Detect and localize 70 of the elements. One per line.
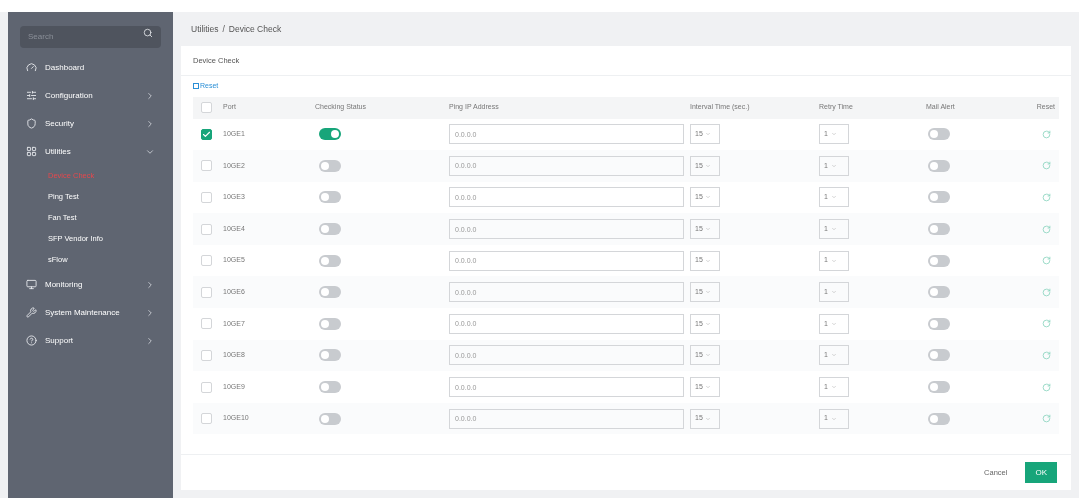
- reset-icon[interactable]: [1042, 414, 1051, 424]
- toggle-switch[interactable]: [319, 159, 341, 172]
- reset-icon[interactable]: [1042, 319, 1051, 329]
- reset-icon[interactable]: [1042, 382, 1051, 392]
- toggle-switch[interactable]: [319, 128, 341, 141]
- toggle-switch[interactable]: [928, 128, 950, 141]
- reset-icon[interactable]: [1042, 256, 1051, 266]
- toggle-switch[interactable]: [319, 412, 341, 425]
- reset-icon[interactable]: [1042, 350, 1051, 360]
- sidebar-item[interactable]: Configuration: [8, 81, 173, 110]
- ok-button[interactable]: OK: [1025, 462, 1057, 483]
- chevron-down-icon: [830, 162, 837, 169]
- chevron-down-icon: [830, 131, 837, 138]
- shield-icon: [26, 118, 37, 129]
- chevron-down-icon: [830, 415, 837, 422]
- sliders-icon: [26, 90, 37, 101]
- sidebar-item[interactable]: Support: [8, 326, 173, 355]
- breadcrumb-item: /: [222, 22, 225, 36]
- chevron-down-icon: [830, 289, 837, 296]
- gauge-icon: [26, 62, 37, 73]
- grid-icon: [26, 146, 37, 157]
- toggle-switch[interactable]: [319, 286, 341, 299]
- chevron-down-icon: [704, 384, 711, 391]
- chevron-down-icon: [704, 352, 711, 359]
- chevron-down-icon: [704, 194, 711, 201]
- toggle-switch[interactable]: [928, 381, 950, 394]
- toggle-switch[interactable]: [928, 191, 950, 204]
- chevron-down-icon: [830, 320, 837, 327]
- toggle-switch[interactable]: [928, 317, 950, 330]
- chevron-down-icon: [704, 162, 711, 169]
- monitor-icon: [26, 279, 37, 290]
- reset-icon[interactable]: [1042, 129, 1051, 139]
- toggle-switch[interactable]: [928, 223, 950, 236]
- toggle-switch[interactable]: [928, 159, 950, 172]
- reset-icon[interactable]: [1042, 161, 1051, 171]
- toggle-switch[interactable]: [928, 412, 950, 425]
- toggle-switch[interactable]: [928, 286, 950, 299]
- search-icon[interactable]: [143, 28, 153, 38]
- breadcrumb-item: Device Check: [228, 22, 282, 36]
- sidebar-item[interactable]: Security: [8, 109, 173, 138]
- reset-icon[interactable]: [1042, 287, 1051, 297]
- help-icon: [26, 335, 37, 346]
- toggle-switch[interactable]: [319, 317, 341, 330]
- chevron-down-icon: [704, 131, 711, 138]
- toggle-switch[interactable]: [319, 254, 341, 267]
- toggle-switch[interactable]: [928, 254, 950, 267]
- row-checkbox[interactable]: [201, 128, 212, 140]
- sidebar-item[interactable]: System Maintenance: [8, 298, 173, 327]
- chevron-down-icon: [830, 194, 837, 201]
- sidebar-item[interactable]: Utilities: [8, 137, 173, 166]
- wrench-icon: [26, 307, 37, 318]
- toggle-switch[interactable]: [319, 223, 341, 236]
- toggle-switch[interactable]: [319, 381, 341, 394]
- breadcrumb-item[interactable]: Utilities: [191, 22, 219, 36]
- reset-icon[interactable]: [1042, 224, 1051, 234]
- chevron-down-icon: [830, 257, 837, 264]
- chevron-down-icon: [830, 226, 837, 233]
- chevron-down-icon: [830, 384, 837, 391]
- chevron-down-icon: [830, 352, 837, 359]
- chevron-down-icon: [704, 320, 711, 327]
- sidebar-item[interactable]: Monitoring: [8, 270, 173, 299]
- chevron-down-icon: [704, 289, 711, 296]
- chevron-down-icon: [704, 257, 711, 264]
- chevron-down-icon: [704, 415, 711, 422]
- toggle-switch[interactable]: [319, 349, 341, 362]
- toggle-switch[interactable]: [928, 349, 950, 362]
- chevron-down-icon: [704, 226, 711, 233]
- toggle-switch[interactable]: [319, 191, 341, 204]
- sidebar-item[interactable]: Dashboard: [8, 53, 173, 82]
- reset-icon[interactable]: [1042, 193, 1051, 202]
